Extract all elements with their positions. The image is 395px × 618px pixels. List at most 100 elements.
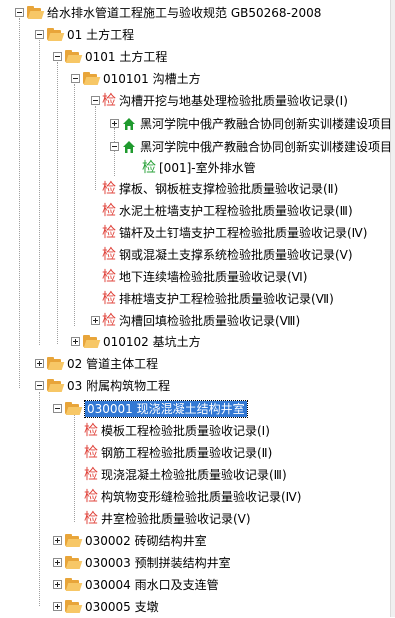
inspection-lot-icon: 检 xyxy=(102,269,116,285)
folder-icon xyxy=(64,578,83,592)
tree-row[interactable]: 02 管道主体工程 xyxy=(0,353,395,375)
folder-icon xyxy=(64,556,83,570)
expand-toggle-icon[interactable] xyxy=(35,359,44,368)
tree-node-label: 现浇混凝土检验批质量验收记录(Ⅲ) xyxy=(101,468,287,482)
inspection-lot-icon: 检 xyxy=(84,423,98,439)
collapse-toggle-icon[interactable] xyxy=(71,74,80,83)
tree-node-label: 030002 砖砌结构井室 xyxy=(85,534,207,548)
collapse-toggle-icon[interactable] xyxy=(35,30,44,39)
inspection-lot-icon: 检 xyxy=(102,291,116,307)
tree-row[interactable]: 检 模板工程检验批质量验收记录(Ⅰ) xyxy=(0,420,395,442)
folder-icon xyxy=(46,28,65,42)
folder-icon xyxy=(26,6,45,20)
inspection-lot-icon: 检 xyxy=(84,511,98,527)
folder-icon xyxy=(82,335,101,349)
tree-row[interactable]: 010101 沟槽土方 xyxy=(0,68,395,90)
tree-view[interactable]: 给水排水管道工程施工与验收规范 GB50268-2008 01 土方工程 010… xyxy=(0,0,395,617)
tree-node-label: 黑河学院中俄产教融合协同创新实训楼建设项目 xyxy=(140,140,393,154)
collapse-toggle-icon[interactable] xyxy=(53,404,62,413)
inspection-lot-icon: 检 xyxy=(102,225,116,241)
inspection-lot-icon: 检 xyxy=(102,313,116,329)
tree-row[interactable]: 检 撑板、钢板桩支撑检验批质量验收记录(Ⅱ) xyxy=(0,178,395,200)
inspection-lot-icon: 检 xyxy=(102,181,116,197)
tree-row[interactable]: 检 地下连续墙检验批质量验收记录(Ⅵ) xyxy=(0,266,395,288)
tree-row[interactable]: 检 沟槽回填检验批质量验收记录(Ⅷ) xyxy=(0,310,395,332)
tree-node-label: 沟槽回填检验批质量验收记录(Ⅷ) xyxy=(119,314,301,328)
expand-toggle-icon[interactable] xyxy=(110,119,119,128)
tree-row[interactable]: 03 附属构筑物工程 xyxy=(0,375,395,397)
inspection-lot-icon: 检 xyxy=(102,247,116,263)
collapse-toggle-icon[interactable] xyxy=(110,142,119,151)
tree-node-label: 030004 雨水口及支连管 xyxy=(85,578,219,592)
tree-node-label: 钢筋工程检验批质量验收记录(Ⅱ) xyxy=(101,446,273,460)
tree-node-label: 模板工程检验批质量验收记录(Ⅰ) xyxy=(101,424,270,438)
tree-row[interactable]: 检 钢或混凝土支撑系统检验批质量验收记录(Ⅴ) xyxy=(0,244,395,266)
folder-icon xyxy=(64,600,83,614)
tree-row[interactable]: 01 土方工程 xyxy=(0,24,395,46)
tree-row[interactable]: 检 构筑物变形缝检验批质量验收记录(Ⅳ) xyxy=(0,486,395,508)
tree-row[interactable]: 检 沟槽开挖与地基处理检验批质量验收记录(Ⅰ) xyxy=(0,90,395,112)
tree-node-label: 010101 沟槽土方 xyxy=(103,72,201,86)
expand-toggle-icon[interactable] xyxy=(53,536,62,545)
tree-node-label: 排桩墙支护工程检验批质量验收记录(Ⅶ) xyxy=(119,292,334,306)
tree-row[interactable]: 0101 土方工程 xyxy=(0,46,395,68)
collapse-toggle-icon[interactable] xyxy=(35,381,44,390)
tree-node-label: 010102 基坑土方 xyxy=(103,335,201,349)
folder-icon xyxy=(82,72,101,86)
tree-node-label: 02 管道主体工程 xyxy=(67,357,159,371)
tree-row[interactable]: 030004 雨水口及支连管 xyxy=(0,574,395,596)
expand-toggle-icon[interactable] xyxy=(91,316,100,325)
folder-icon xyxy=(64,534,83,548)
tree-row[interactable]: 030005 支墩 xyxy=(0,596,395,618)
inspection-lot-icon: 检 xyxy=(84,445,98,461)
tree-node-label: 构筑物变形缝检验批质量验收记录(Ⅳ) xyxy=(101,490,302,504)
collapse-toggle-icon[interactable] xyxy=(91,96,100,105)
expand-toggle-icon[interactable] xyxy=(53,602,62,611)
tree-row[interactable]: 黑河学院中俄产教融合协同创新实训楼建设项目 xyxy=(0,113,395,135)
tree-row[interactable]: 030002 砖砌结构井室 xyxy=(0,530,395,552)
tree-node-label: 水泥土桩墙支护工程检验批质量验收记录(Ⅲ) xyxy=(119,204,353,218)
tree-row[interactable]: 检 [001]-室外排水管 xyxy=(0,157,395,179)
tree-row[interactable]: 010102 基坑土方 xyxy=(0,331,395,353)
tree-node-label: 01 土方工程 xyxy=(67,28,135,42)
folder-icon xyxy=(46,357,65,371)
tree-node-label: 黑河学院中俄产教融合协同创新实训楼建设项目 xyxy=(140,117,393,131)
tree-row[interactable]: 检 现浇混凝土检验批质量验收记录(Ⅲ) xyxy=(0,464,395,486)
tree-row[interactable]: 检 锚杆及土钉墙支护工程检验批质量验收记录(Ⅳ) xyxy=(0,222,395,244)
tree-row[interactable]: 检 水泥土桩墙支护工程检验批质量验收记录(Ⅲ) xyxy=(0,200,395,222)
folder-icon xyxy=(46,379,65,393)
folder-icon xyxy=(64,50,83,64)
tree-node-label: 030003 预制拼装结构井室 xyxy=(85,556,231,570)
tree-row[interactable]: 检 井室检验批质量验收记录(Ⅴ) xyxy=(0,508,395,530)
tree-node-label: 给水排水管道工程施工与验收规范 GB50268-2008 xyxy=(47,6,322,20)
tree-node-label: 撑板、钢板桩支撑检验批质量验收记录(Ⅱ) xyxy=(119,182,339,196)
tree-row[interactable]: 030003 预制拼装结构井室 xyxy=(0,552,395,574)
inspection-lot-icon: 检 xyxy=(102,93,116,109)
expand-toggle-icon[interactable] xyxy=(53,558,62,567)
tree-node-label: 钢或混凝土支撑系统检验批质量验收记录(Ⅴ) xyxy=(119,248,353,262)
inspection-lot-icon: 检 xyxy=(142,160,156,176)
expand-toggle-icon[interactable] xyxy=(53,580,62,589)
tree-row[interactable]: 给水排水管道工程施工与验收规范 GB50268-2008 xyxy=(0,2,395,24)
tree-node-label: [001]-室外排水管 xyxy=(159,161,256,175)
tree-node-label: 0101 土方工程 xyxy=(85,50,168,64)
inspection-lot-icon: 检 xyxy=(84,467,98,483)
collapse-toggle-icon[interactable] xyxy=(53,52,62,61)
tree-row[interactable]: 030001 现浇混凝土结构井室 xyxy=(0,398,395,420)
tree-node-label: 03 附属构筑物工程 xyxy=(67,379,171,393)
house-icon xyxy=(122,140,136,154)
house-icon xyxy=(122,117,136,131)
tree-node-label: 沟槽开挖与地基处理检验批质量验收记录(Ⅰ) xyxy=(119,94,348,108)
tree-row[interactable]: 检 排桩墙支护工程检验批质量验收记录(Ⅶ) xyxy=(0,288,395,310)
tree-row[interactable]: 检 钢筋工程检验批质量验收记录(Ⅱ) xyxy=(0,442,395,464)
tree-row[interactable]: 黑河学院中俄产教融合协同创新实训楼建设项目 xyxy=(0,136,395,158)
inspection-lot-icon: 检 xyxy=(84,489,98,505)
selected-tree-node-label[interactable]: 030001 现浇混凝土结构井室 xyxy=(84,400,248,418)
tree-node-label: 030005 支墩 xyxy=(85,600,159,614)
tree-node-label: 地下连续墙检验批质量验收记录(Ⅵ) xyxy=(119,270,308,284)
collapse-toggle-icon[interactable] xyxy=(15,8,24,17)
folder-icon xyxy=(64,402,83,416)
scrollbar-edge[interactable] xyxy=(390,0,395,617)
inspection-lot-icon: 检 xyxy=(102,203,116,219)
expand-toggle-icon[interactable] xyxy=(71,337,80,346)
